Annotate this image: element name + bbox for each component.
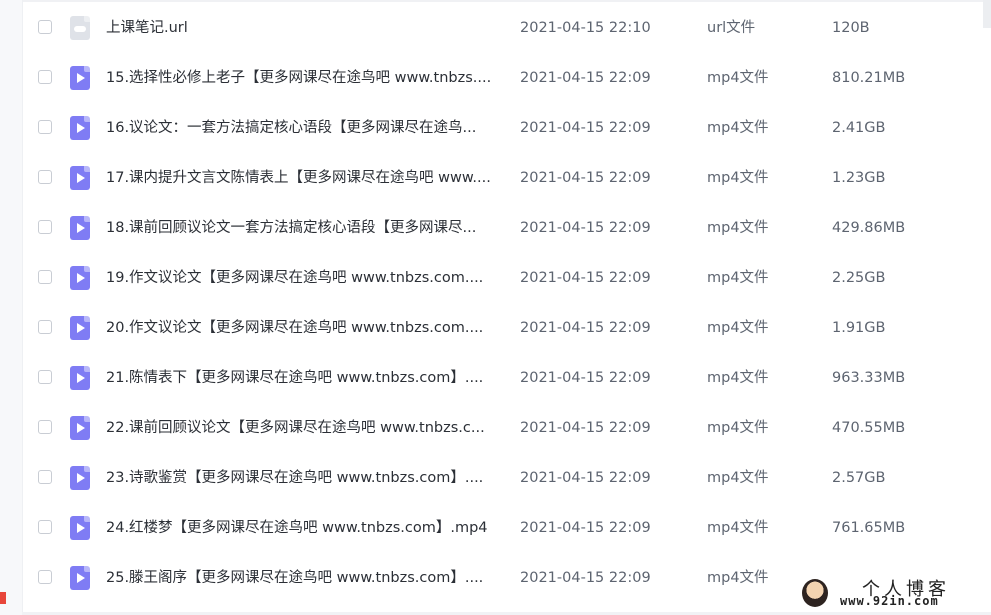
row-checkbox[interactable]: [38, 570, 52, 584]
file-type: mp4文件: [707, 170, 769, 186]
video-file-icon: [70, 466, 90, 490]
file-date: 2021-04-15 22:09: [520, 570, 651, 586]
file-row[interactable]: 22.课前回顾议论文【更多网课尽在途鸟吧 www.tnbzs.c... 2021…: [22, 403, 991, 453]
row-checkbox[interactable]: [38, 320, 52, 334]
file-size: 2.41GB: [832, 120, 886, 136]
row-checkbox[interactable]: [38, 70, 52, 84]
file-size: 2.57GB: [832, 470, 886, 486]
file-name[interactable]: 16.议论文：一套方法搞定核心语段【更多网课尽在途鸟...: [106, 118, 501, 138]
blog-watermark: 个人博客 www.92in.com: [796, 574, 988, 612]
file-size: 810.21MB: [832, 70, 906, 86]
file-size: 470.55MB: [832, 420, 906, 436]
file-name[interactable]: 19.作文议论文【更多网课尽在途鸟吧 www.tnbzs.com....: [106, 268, 501, 288]
file-size: 429.86MB: [832, 220, 906, 236]
video-file-icon: [70, 266, 90, 290]
video-file-icon: [70, 216, 90, 240]
file-name[interactable]: 25.滕王阁序【更多网课尽在途鸟吧 www.tnbzs.com】....: [106, 568, 501, 588]
row-checkbox[interactable]: [38, 370, 52, 384]
top-divider: [0, 0, 991, 2]
file-row[interactable]: 上课笔记.url 2021-04-15 22:10 url文件 120B: [22, 3, 991, 53]
row-checkbox[interactable]: [38, 20, 52, 34]
file-type: mp4文件: [707, 320, 769, 336]
file-name[interactable]: 17.课内提升文言文陈情表上【更多网课尽在途鸟吧 www....: [106, 168, 501, 188]
file-name[interactable]: 24.红楼梦【更多网课尽在途鸟吧 www.tnbzs.com】.mp4: [106, 518, 501, 538]
video-file-icon: [70, 366, 90, 390]
file-name[interactable]: 20.作文议论文【更多网课尽在途鸟吧 www.tnbzs.com....: [106, 318, 501, 338]
file-type: mp4文件: [707, 470, 769, 486]
file-type: mp4文件: [707, 70, 769, 86]
file-list: 上课笔记.url 2021-04-15 22:10 url文件 120B 15.…: [22, 3, 991, 603]
file-size: 761.65MB: [832, 520, 906, 536]
left-sidebar-edge: [0, 0, 23, 615]
red-indicator: [0, 592, 6, 604]
file-name[interactable]: 21.陈情表下【更多网课尽在途鸟吧 www.tnbzs.com】....: [106, 368, 501, 388]
avatar: [802, 579, 828, 607]
file-date: 2021-04-15 22:09: [520, 470, 651, 486]
row-checkbox[interactable]: [38, 170, 52, 184]
file-type: mp4文件: [707, 120, 769, 136]
video-file-icon: [70, 316, 90, 340]
file-name[interactable]: 上课笔记.url: [106, 18, 501, 38]
file-name[interactable]: 15.选择性必修上老子【更多网课尽在途鸟吧 www.tnbzs....: [106, 68, 501, 88]
file-row[interactable]: 16.议论文：一套方法搞定核心语段【更多网课尽在途鸟... 2021-04-15…: [22, 103, 991, 153]
file-type: mp4文件: [707, 520, 769, 536]
file-name[interactable]: 22.课前回顾议论文【更多网课尽在途鸟吧 www.tnbzs.c...: [106, 418, 501, 438]
file-size: 120B: [832, 20, 870, 36]
file-row[interactable]: 18.课前回顾议论文一套方法搞定核心语段【更多网课尽... 2021-04-15…: [22, 203, 991, 253]
file-date: 2021-04-15 22:09: [520, 270, 651, 286]
file-row[interactable]: 23.诗歌鉴赏【更多网课尽在途鸟吧 www.tnbzs.com】.... 202…: [22, 453, 991, 503]
file-row[interactable]: 15.选择性必修上老子【更多网课尽在途鸟吧 www.tnbzs.... 2021…: [22, 53, 991, 103]
file-size: 963.33MB: [832, 370, 906, 386]
row-checkbox[interactable]: [38, 270, 52, 284]
file-date: 2021-04-15 22:09: [520, 220, 651, 236]
file-date: 2021-04-15 22:09: [520, 370, 651, 386]
file-row[interactable]: 21.陈情表下【更多网课尽在途鸟吧 www.tnbzs.com】.... 202…: [22, 353, 991, 403]
file-type: mp4文件: [707, 570, 769, 586]
file-date: 2021-04-15 22:09: [520, 420, 651, 436]
file-row[interactable]: 20.作文议论文【更多网课尽在途鸟吧 www.tnbzs.com.... 202…: [22, 303, 991, 353]
watermark-url: www.92in.com: [840, 594, 939, 608]
video-file-icon: [70, 516, 90, 540]
row-checkbox[interactable]: [38, 520, 52, 534]
file-row[interactable]: 24.红楼梦【更多网课尽在途鸟吧 www.tnbzs.com】.mp4 2021…: [22, 503, 991, 553]
file-type: mp4文件: [707, 420, 769, 436]
file-date: 2021-04-15 22:09: [520, 520, 651, 536]
row-checkbox[interactable]: [38, 120, 52, 134]
file-type: url文件: [707, 20, 756, 36]
row-checkbox[interactable]: [38, 470, 52, 484]
row-checkbox[interactable]: [38, 420, 52, 434]
file-date: 2021-04-15 22:09: [520, 170, 651, 186]
file-row[interactable]: 19.作文议论文【更多网课尽在途鸟吧 www.tnbzs.com.... 202…: [22, 253, 991, 303]
file-size: 1.23GB: [832, 170, 886, 186]
file-type: mp4文件: [707, 270, 769, 286]
file-name[interactable]: 18.课前回顾议论文一套方法搞定核心语段【更多网课尽...: [106, 218, 501, 238]
file-date: 2021-04-15 22:10: [520, 20, 651, 36]
video-file-icon: [70, 66, 90, 90]
video-file-icon: [70, 566, 90, 590]
file-date: 2021-04-15 22:09: [520, 320, 651, 336]
file-date: 2021-04-15 22:09: [520, 120, 651, 136]
video-file-icon: [70, 166, 90, 190]
file-type: mp4文件: [707, 220, 769, 236]
file-type: mp4文件: [707, 370, 769, 386]
file-row[interactable]: 17.课内提升文言文陈情表上【更多网课尽在途鸟吧 www.... 2021-04…: [22, 153, 991, 203]
file-size: 2.25GB: [832, 270, 886, 286]
file-date: 2021-04-15 22:09: [520, 70, 651, 86]
row-checkbox[interactable]: [38, 220, 52, 234]
link-file-icon: [70, 16, 90, 40]
video-file-icon: [70, 116, 90, 140]
video-file-icon: [70, 416, 90, 440]
file-size: 1.91GB: [832, 320, 886, 336]
file-name[interactable]: 23.诗歌鉴赏【更多网课尽在途鸟吧 www.tnbzs.com】....: [106, 468, 501, 488]
